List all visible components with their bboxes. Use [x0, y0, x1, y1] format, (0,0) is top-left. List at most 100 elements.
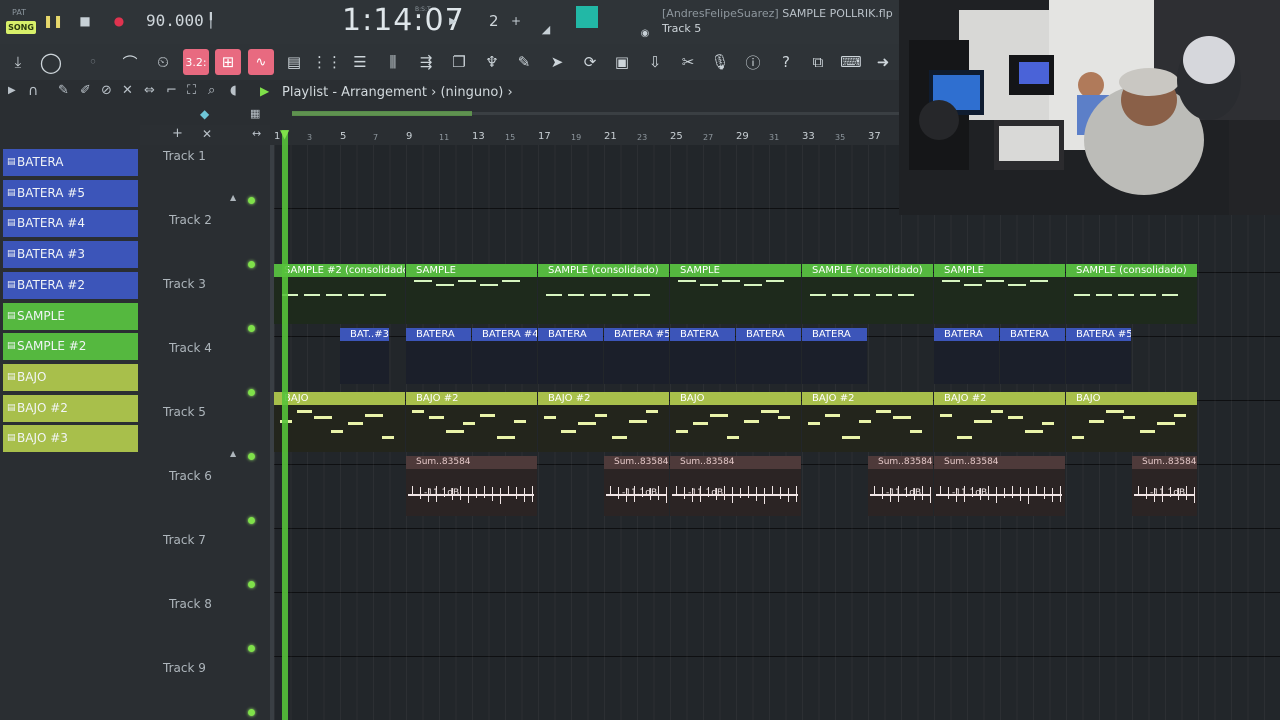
pattern-item[interactable]: ▤ BAJO #2 [3, 394, 138, 422]
render-icon[interactable]: ⇩ [642, 49, 668, 75]
snap-value[interactable]: 3.2: [183, 49, 209, 75]
playlist-clip[interactable]: BAJO [1066, 392, 1197, 452]
playlist-clip[interactable]: BATERA [934, 328, 999, 384]
track-name[interactable]: Track 6 [169, 469, 212, 483]
zoom-icon[interactable]: ⌕ [208, 83, 215, 98]
track-name[interactable]: Track 5 [163, 405, 206, 419]
playlist-clip[interactable]: SAMPLE [406, 264, 537, 324]
playlist-clip[interactable]: Sum..83584 -11.1dB [1132, 456, 1197, 516]
track-name[interactable]: Track 4 [169, 341, 212, 355]
pattern-item[interactable]: ▤ SAMPLE #2 [3, 333, 138, 361]
routing-icon[interactable]: ⇶ [413, 49, 439, 75]
playlist-clip[interactable]: SAMPLE (consolidado) [538, 264, 669, 324]
playlist-clip[interactable]: BATERA [736, 328, 801, 384]
playlist-clip[interactable]: BATERA [406, 328, 471, 384]
track-enable-led[interactable] [248, 581, 255, 588]
playlist-clip[interactable]: Sum..83584 -11.1dB [406, 456, 537, 516]
help-icon[interactable]: ? [773, 49, 799, 75]
tempo-nudge-icon[interactable]: ╿ [200, 10, 222, 32]
playlist-clip[interactable]: SAMPLE (consolidado) [1066, 264, 1197, 324]
pattern-item[interactable]: ▤ BATERA #2 [3, 271, 138, 299]
window-icon[interactable]: ⧉ [805, 49, 831, 75]
track-enable-led[interactable] [248, 261, 255, 268]
track-name[interactable]: Track 1 [163, 149, 206, 163]
track-name[interactable]: Track 2 [169, 213, 212, 227]
pencil-icon[interactable]: ✎ [58, 83, 69, 98]
wait-for-input-icon[interactable]: ⌒ [117, 49, 143, 75]
playlist-grid[interactable]: SAMPLE #2 (consolidado) SAMPLE SAMPLE (con… [274, 145, 1280, 720]
track-name[interactable]: Track 3 [163, 277, 206, 291]
pause-icon[interactable]: ❚❚ [42, 10, 64, 32]
stop-icon[interactable]: ■ [74, 10, 96, 32]
playlist-clip[interactable]: BATERA [1000, 328, 1065, 384]
track-name[interactable]: Track 8 [169, 597, 212, 611]
tools-icon[interactable]: ✎ [511, 49, 537, 75]
playlist-clip[interactable]: Sum..83584 -11.1dB [670, 456, 801, 516]
slice-tool-icon[interactable]: ⌐ [166, 83, 177, 98]
channel-rack-icon[interactable]: ⋮⋮ [312, 49, 342, 75]
playlist-clip[interactable]: SAMPLE [934, 264, 1065, 324]
track-enable-led[interactable] [248, 389, 255, 396]
mute-icon[interactable]: ✕ [122, 83, 133, 98]
playlist-clip[interactable]: BAJO #2 [802, 392, 933, 452]
track-name[interactable]: Track 9 [163, 661, 206, 675]
refresh-icon[interactable]: ⟳ [577, 49, 603, 75]
record-icon[interactable]: ● [108, 10, 130, 32]
arrow-right-icon[interactable]: ➜ [870, 49, 896, 75]
playlist-clip[interactable]: BATERA #4 [472, 328, 537, 384]
playlist-clip[interactable]: BAJO #2 [538, 392, 669, 452]
playlist-clip[interactable]: BAJO [274, 392, 405, 452]
speaker-icon[interactable]: ◖ [230, 83, 237, 98]
playlist-clip[interactable]: Sum..83584 -11.1dB [868, 456, 933, 516]
save-icon[interactable]: ▣ [609, 49, 635, 75]
mixer-icon[interactable]: ⫼ [380, 49, 406, 75]
playlist-clip[interactable]: SAMPLE (consolidado) [802, 264, 933, 324]
playlist-clip[interactable]: BAJO [670, 392, 801, 452]
resize-icon[interactable]: ↔ [252, 127, 261, 140]
playlist-play-icon[interactable]: ▶ [260, 84, 269, 98]
playhead-marker-icon[interactable]: ▼ [280, 127, 289, 141]
pattern-number[interactable]: 2 [489, 12, 499, 30]
piano-roll-icon[interactable]: ⌨ [838, 49, 864, 75]
select-icon[interactable]: ⛶ [187, 83, 196, 98]
playlist-clip[interactable]: SAMPLE #2 (consolidado) [274, 264, 405, 324]
pattern-item[interactable]: ▤ BATERA #4 [3, 210, 138, 238]
browser-icon[interactable]: ❐ [446, 49, 472, 75]
cut-icon[interactable]: ✂ [675, 49, 701, 75]
pattern-item[interactable]: ▤ BAJO #3 [3, 425, 138, 453]
track-enable-led[interactable] [248, 197, 255, 204]
magnet-icon[interactable]: ∩ [28, 83, 38, 99]
playlist-clip[interactable]: BATERA [538, 328, 603, 384]
metronome-knob-icon[interactable]: ◯ [38, 49, 64, 75]
grid-icon[interactable]: ▦ [250, 107, 260, 120]
song-mode-button[interactable]: SONG [6, 21, 36, 34]
pattern-item[interactable]: ▤ BAJO [3, 363, 138, 391]
download-icon[interactable]: ⤓ [5, 49, 31, 75]
brush-icon[interactable]: ✐ [80, 83, 91, 98]
track-expand-icon[interactable]: ▲ [230, 193, 236, 202]
playlist-clip[interactable]: BATERA #5 [604, 328, 669, 384]
delete-icon[interactable]: ⊘ [101, 83, 112, 98]
playlist-clip[interactable]: BATERA #5 [1066, 328, 1131, 384]
playlist-clip[interactable]: BAJO #2 [406, 392, 537, 452]
remove-track-icon[interactable]: ✕ [202, 127, 212, 141]
play-arrow-icon[interactable]: ▶ [442, 10, 464, 32]
scroll-handle-icon[interactable]: ◆ [200, 107, 209, 121]
scrollbar-thumb[interactable] [292, 111, 472, 116]
playlist-clip[interactable]: BAJO #2 [934, 392, 1065, 452]
track-enable-led[interactable] [248, 709, 255, 716]
pattern-selector-arrow-icon[interactable]: › [508, 85, 513, 100]
pattern-item[interactable]: ▤ BATERA #5 [3, 179, 138, 207]
playlist-icon[interactable]: ☰ [347, 49, 373, 75]
pat-label[interactable]: PAT [12, 8, 26, 17]
playlist-clip[interactable]: Sum..83584 -11.1dB [934, 456, 1065, 516]
track-enable-led[interactable] [248, 645, 255, 652]
pattern-selector[interactable]: (ninguno) [440, 85, 503, 100]
track-expand-icon[interactable]: ▲ [230, 449, 236, 458]
playlist-clip[interactable]: BAT..#3 [340, 328, 389, 384]
track-enable-led[interactable] [248, 325, 255, 332]
slip-icon[interactable]: ⇔ [144, 83, 155, 98]
info-icon[interactable]: ⓘ [740, 49, 766, 75]
menu-arrow-icon[interactable]: ▶ [8, 85, 16, 96]
track-name[interactable]: Track 7 [163, 533, 206, 547]
